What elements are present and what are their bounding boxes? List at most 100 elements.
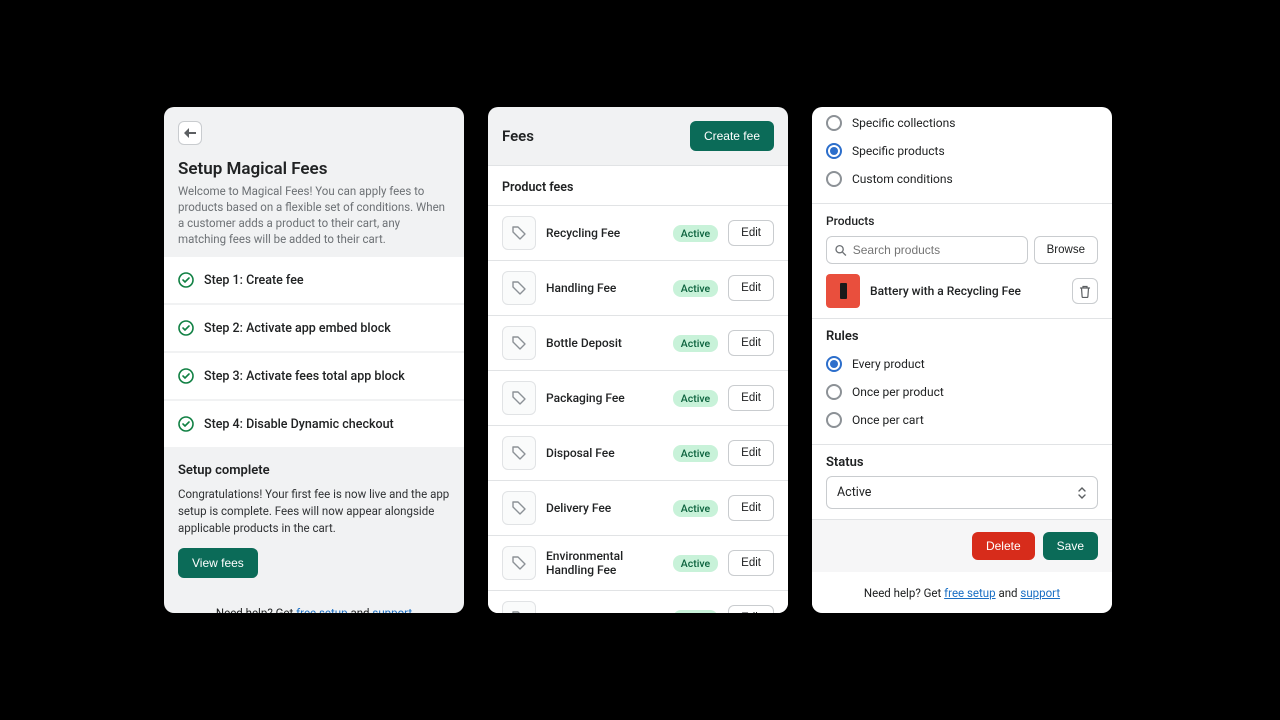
help-footer: Need help? Get free setup and support xyxy=(812,572,1112,610)
fee-row: Environmental Handling Fee Active Edit xyxy=(488,535,788,590)
radio-label: Custom conditions xyxy=(852,172,953,186)
status-badge: Active xyxy=(673,390,718,407)
save-button[interactable]: Save xyxy=(1043,532,1098,560)
edit-fee-button[interactable]: Edit xyxy=(728,275,774,301)
fee-thumbnail xyxy=(502,491,536,525)
edit-fee-button[interactable]: Edit xyxy=(728,550,774,576)
setup-step-1[interactable]: Step 1: Create fee xyxy=(164,257,464,305)
search-products-input[interactable] xyxy=(826,236,1028,264)
tag-icon xyxy=(511,555,527,571)
step-label: Step 2: Activate app embed block xyxy=(204,321,391,336)
page-description: Welcome to Magical Fees! You can apply f… xyxy=(178,183,450,247)
fees-title: Fees xyxy=(502,127,534,145)
fees-panel: Fees Create fee Product fees Recycling F… xyxy=(488,107,788,613)
tag-icon xyxy=(511,390,527,406)
edit-fee-button[interactable]: Edit xyxy=(728,385,774,411)
radio-icon xyxy=(826,412,842,428)
trash-icon xyxy=(1079,285,1091,298)
panel-header: Setup Magical Fees Welcome to Magical Fe… xyxy=(164,107,464,257)
fee-row: Bottle DepositActiveEdit xyxy=(488,315,788,370)
setup-step-2[interactable]: Step 2: Activate app embed block xyxy=(164,305,464,353)
fee-row: Delivery Fee Active Edit xyxy=(488,480,788,535)
free-setup-link[interactable]: free setup xyxy=(944,586,995,600)
fee-row: Packaging Fee Active Edit xyxy=(488,370,788,425)
check-circle-icon xyxy=(178,320,194,336)
edit-fee-button[interactable]: Edit xyxy=(728,495,774,521)
edit-fee-button[interactable]: Edit xyxy=(728,605,774,613)
fee-name: Handling Fee xyxy=(546,281,663,295)
fee-row: Disposal FeeActiveEdit xyxy=(488,425,788,480)
tag-icon xyxy=(511,225,527,241)
product-thumbnail xyxy=(826,274,860,308)
targeting-option[interactable]: Specific collections xyxy=(826,109,1098,137)
radio-label: Once per product xyxy=(852,385,944,399)
status-select[interactable]: Active xyxy=(826,476,1098,509)
fee-row: Handling Fee Active Edit xyxy=(488,260,788,315)
radio-icon xyxy=(826,356,842,372)
setup-step-4[interactable]: Step 4: Disable Dynamic checkout xyxy=(164,401,464,449)
support-link[interactable]: support xyxy=(372,606,412,613)
status-badge: Active xyxy=(673,555,718,572)
targeting-option[interactable]: Specific products xyxy=(826,137,1098,165)
edit-fee-button[interactable]: Edit xyxy=(728,440,774,466)
delete-button[interactable]: Delete xyxy=(972,532,1035,560)
edit-fee-button[interactable]: Edit xyxy=(728,220,774,246)
radio-icon xyxy=(826,115,842,131)
help-footer: Need help? Get free setup and support xyxy=(164,592,464,613)
step-label: Step 1: Create fee xyxy=(204,273,304,288)
radio-icon xyxy=(826,143,842,159)
fee-thumbnail xyxy=(502,271,536,305)
select-caret-icon xyxy=(1077,487,1087,499)
fees-header: Fees Create fee xyxy=(488,107,788,165)
rules-option[interactable]: Once per cart xyxy=(826,406,1098,434)
status-badge: Active xyxy=(673,500,718,517)
radio-icon xyxy=(826,171,842,187)
search-icon xyxy=(835,244,847,257)
products-label: Products xyxy=(826,214,1098,228)
browse-button[interactable]: Browse xyxy=(1034,236,1098,264)
radio-label: Once per cart xyxy=(852,413,924,427)
step-label: Step 4: Disable Dynamic checkout xyxy=(204,417,394,432)
product-fees-heading: Product fees xyxy=(488,165,788,205)
fee-thumbnail xyxy=(502,436,536,470)
tag-icon xyxy=(511,280,527,296)
fee-name: Packaging Fee xyxy=(546,391,663,405)
selected-product-row: Battery with a Recycling Fee xyxy=(826,274,1098,308)
rules-option[interactable]: Once per product xyxy=(826,378,1098,406)
status-badge: Active xyxy=(673,445,718,462)
setup-complete-body: Congratulations! Your first fee is now l… xyxy=(178,486,450,536)
rules-option[interactable]: Every product xyxy=(826,350,1098,378)
status-badge: Active xyxy=(673,225,718,242)
setup-panel: Setup Magical Fees Welcome to Magical Fe… xyxy=(164,107,464,613)
status-badge: Active xyxy=(673,280,718,297)
back-button[interactable] xyxy=(178,121,202,145)
check-circle-icon xyxy=(178,416,194,432)
tag-icon xyxy=(511,445,527,461)
edit-fee-button[interactable]: Edit xyxy=(728,330,774,356)
fee-thumbnail xyxy=(502,381,536,415)
create-fee-button[interactable]: Create fee xyxy=(690,121,774,151)
tag-icon xyxy=(511,610,527,613)
view-fees-button[interactable]: View fees xyxy=(178,548,258,578)
fee-name: Bottle Deposit xyxy=(546,336,663,350)
arrow-left-icon xyxy=(184,128,196,138)
setup-step-3[interactable]: Step 3: Activate fees total app block xyxy=(164,353,464,401)
check-circle-icon xyxy=(178,272,194,288)
fee-row: Setup FeeActiveEdit xyxy=(488,590,788,613)
edit-footer: Delete Save xyxy=(812,519,1112,572)
product-name: Battery with a Recycling Fee xyxy=(870,284,1062,298)
radio-label: Specific products xyxy=(852,144,945,158)
targeting-option[interactable]: Custom conditions xyxy=(826,165,1098,193)
page-title: Setup Magical Fees xyxy=(178,159,450,179)
remove-product-button[interactable] xyxy=(1072,278,1098,304)
fee-name: Environmental Handling Fee xyxy=(546,549,663,577)
tag-icon xyxy=(511,500,527,516)
support-link[interactable]: support xyxy=(1020,586,1060,600)
fee-row: Recycling Fee Active Edit xyxy=(488,205,788,260)
fee-name: Recycling Fee xyxy=(546,226,663,240)
fee-name: Delivery Fee xyxy=(546,501,663,515)
free-setup-link[interactable]: free setup xyxy=(296,606,347,613)
radio-label: Every product xyxy=(852,357,925,371)
status-heading: Status xyxy=(826,455,1098,470)
radio-icon xyxy=(826,384,842,400)
